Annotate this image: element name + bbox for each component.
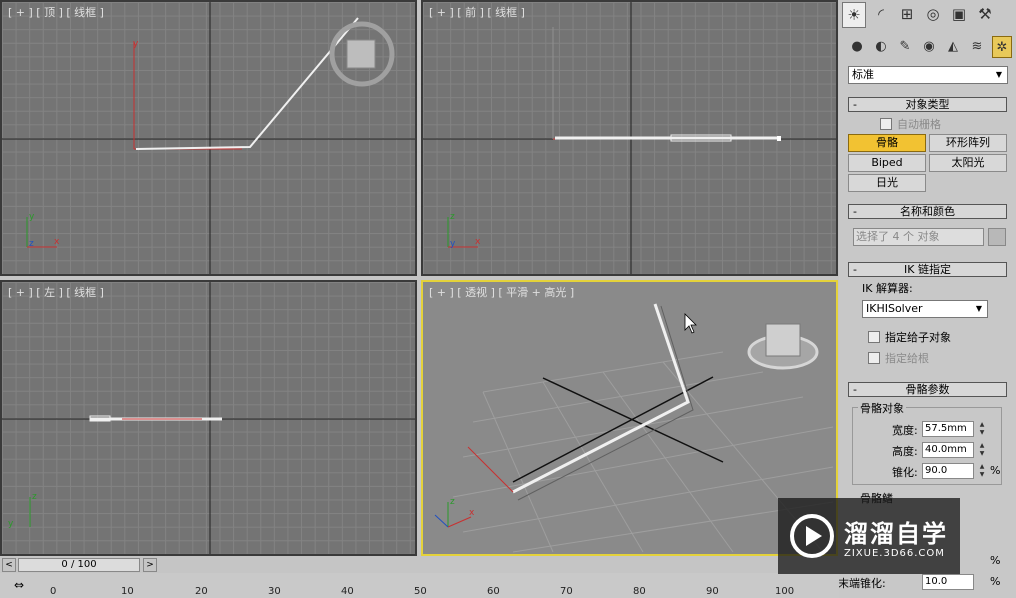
tick-label: 60 <box>487 586 500 597</box>
fin-percent: % <box>990 554 1001 567</box>
svg-text:y: y <box>133 39 139 49</box>
hierarchy-icon[interactable]: ⊞ <box>896 2 918 26</box>
ik-solver-value: IKHISolver <box>866 302 923 315</box>
width-label: 宽度: <box>892 424 918 437</box>
svg-text:z: z <box>450 212 455 222</box>
category-value: 标准 <box>852 68 874 81</box>
svg-text:x: x <box>469 508 475 518</box>
taper-percent: % <box>990 464 1001 477</box>
ring-array-button[interactable]: 环形阵列 <box>929 134 1007 152</box>
rollout-title: IK 链指定 <box>904 263 951 276</box>
taper-field[interactable]: 90.0 <box>922 463 974 479</box>
viewport-front-scene: z x y <box>423 2 836 274</box>
svg-text:z: z <box>450 497 455 507</box>
utilities-icon[interactable]: ⚒ <box>974 2 996 26</box>
tick-label: 30 <box>268 586 281 597</box>
tick-label: 100 <box>775 586 795 597</box>
geometry-icon[interactable]: ● <box>848 36 866 56</box>
time-slider[interactable]: 0 / 100 <box>18 558 140 572</box>
end-taper-label: 末端锥化: <box>838 577 886 590</box>
chevron-down-icon: ▼ <box>995 70 1003 79</box>
height-field[interactable]: 40.0mm <box>922 442 974 458</box>
watermark-brand: 溜溜自学 <box>844 520 948 548</box>
svg-text:x: x <box>54 237 60 247</box>
assign-children-checkbox[interactable]: 指定给子对象 <box>868 329 951 345</box>
chevron-down-icon: ▼ <box>975 304 983 313</box>
biped-button[interactable]: Biped <box>848 154 926 172</box>
rollout-title: 名称和颜色 <box>900 205 955 218</box>
bones-button[interactable]: 骨骼 <box>848 134 926 152</box>
width-field[interactable]: 57.5mm <box>922 421 974 437</box>
prev-frame-button[interactable]: < <box>2 558 16 572</box>
modify-icon[interactable]: ◜ <box>870 2 892 26</box>
svg-text:y: y <box>8 519 14 529</box>
tick-label: 10 <box>121 586 134 597</box>
viewport-front[interactable]: [ + ] [ 前 ] [ 线框 ] z x y <box>421 0 838 276</box>
rollout-object-type[interactable]: - 对象类型 <box>848 97 1007 112</box>
assign-root-checkbox: 指定给根 <box>868 350 929 366</box>
tick-label: 80 <box>633 586 646 597</box>
ik-solver-dropdown[interactable]: IKHISolver ▼ <box>862 300 988 318</box>
height-spinner[interactable]: ▲ ▼ <box>977 442 987 458</box>
viewport-left-scene: z y <box>2 282 415 554</box>
systems-icon[interactable]: ✲ <box>992 36 1012 58</box>
tick-label: 50 <box>414 586 427 597</box>
lights-icon[interactable]: ✎ <box>896 36 914 56</box>
rollout-bone-params[interactable]: - 骨骼参数 <box>848 382 1007 397</box>
svg-text:z: z <box>29 239 34 249</box>
tick-label: 70 <box>560 586 573 597</box>
tick-label: 40 <box>341 586 354 597</box>
spacewarps-icon[interactable]: ≋ <box>968 36 986 56</box>
mouse-cursor <box>684 313 697 334</box>
watermark-logo: 溜溜自学 ZIXUE.3D66.COM <box>778 498 960 574</box>
create-subtabs: ● ◐ ✎ ◉ ◭ ≋ ✲ <box>848 36 1012 58</box>
command-panel-tabs: ☀ ◜ ⊞ ◎ ▣ ⚒ <box>842 2 996 30</box>
taper-spinner[interactable]: ▲ ▼ <box>977 463 987 479</box>
rollout-title: 对象类型 <box>905 98 950 111</box>
width-spinner[interactable]: ▲ ▼ <box>977 421 987 437</box>
end-taper-percent: % <box>990 575 1001 588</box>
shapes-icon[interactable]: ◐ <box>872 36 890 56</box>
next-frame-button[interactable]: > <box>143 558 157 572</box>
auto-grid-checkbox: 自动栅格 <box>880 116 941 132</box>
auto-grid-label: 自动栅格 <box>897 118 941 131</box>
viewport-top[interactable]: [ + ] [ 顶 ] [ 线框 ] y y x z <box>0 0 417 276</box>
viewport-perspective[interactable]: [ + ] [ 透视 ] [ 平滑 + 高光 ] z x <box>421 280 838 556</box>
daylight-button[interactable]: 日光 <box>848 174 926 192</box>
tick-label: 0 <box>50 586 57 597</box>
viewport-perspective-scene: z x <box>434 303 834 553</box>
create-icon[interactable]: ☀ <box>842 2 866 28</box>
end-taper-field[interactable]: 10.0 <box>922 574 974 590</box>
viewport-left[interactable]: [ + ] [ 左 ] [ 线框 ] z y <box>0 280 417 556</box>
object-color-swatch[interactable] <box>988 228 1006 246</box>
assign-children-label: 指定给子对象 <box>885 331 951 344</box>
svg-text:x: x <box>475 237 481 247</box>
tick-label: 90 <box>706 586 719 597</box>
watermark-url: ZIXUE.3D66.COM <box>844 548 945 559</box>
motion-icon[interactable]: ◎ <box>922 2 944 26</box>
rollout-title: 骨骼参数 <box>905 383 950 396</box>
sunlight-button[interactable]: 太阳光 <box>929 154 1007 172</box>
object-name-field[interactable]: 选择了 4 个 对象 <box>853 228 984 246</box>
height-label: 高度: <box>892 445 918 458</box>
helpers-icon[interactable]: ◭ <box>944 36 962 56</box>
assign-root-label: 指定给根 <box>885 352 929 365</box>
svg-text:y: y <box>29 212 35 222</box>
viewport-top-scene: y y x z <box>2 2 415 274</box>
display-icon[interactable]: ▣ <box>948 2 970 26</box>
bone-object-group-title: 骨骼对象 <box>858 400 906 416</box>
svg-text:z: z <box>32 492 37 502</box>
category-dropdown[interactable]: 标准 ▼ <box>848 66 1008 84</box>
cameras-icon[interactable]: ◉ <box>920 36 938 56</box>
watermark-play-icon <box>790 514 834 558</box>
taper-label: 锥化: <box>892 466 918 479</box>
tick-label: 20 <box>195 586 208 597</box>
rollout-ik-chain[interactable]: - IK 链指定 <box>848 262 1007 277</box>
track-bar-toggle-icon[interactable]: ⇔ <box>14 578 32 594</box>
ik-solver-label: IK 解算器: <box>862 282 913 295</box>
rollout-name-color[interactable]: - 名称和颜色 <box>848 204 1007 219</box>
svg-text:y: y <box>450 239 456 249</box>
